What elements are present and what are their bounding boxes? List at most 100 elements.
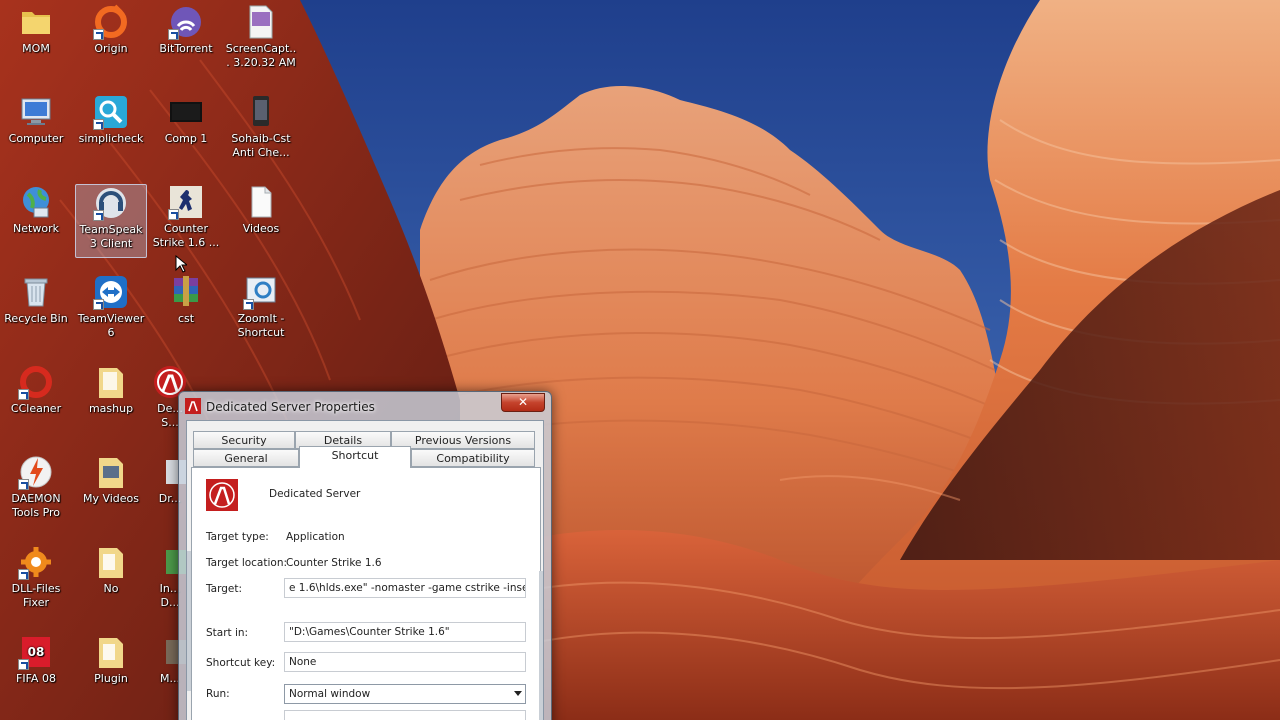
- desktop-icon-ccleaner[interactable]: CCleaner: [0, 364, 72, 416]
- tab-shortcut[interactable]: Shortcut: [299, 446, 411, 468]
- desktop-icon-recycle-bin[interactable]: Recycle Bin: [0, 274, 72, 326]
- desktop-icon-label: cst: [177, 312, 195, 325]
- desktop-icon-label: CCleaner: [10, 402, 62, 415]
- shortcut-key-label: Shortcut key:: [206, 657, 276, 669]
- tab-security[interactable]: Security: [193, 431, 295, 449]
- desktop-icon-dll-files-fixer[interactable]: DLL-Files Fixer: [0, 544, 72, 610]
- desktop-icon-label: BitTorrent: [159, 42, 213, 55]
- desktop-icon-mashup[interactable]: mashup: [75, 364, 147, 416]
- desktop-icon-screencapture[interactable]: ScreenCapt... 3.20.32 AM: [225, 4, 297, 70]
- tab-general[interactable]: General: [193, 449, 299, 467]
- desktop-icon-counter-strike[interactable]: Counter Strike 1.6 ...: [150, 184, 222, 250]
- desktop-icon-teamspeak[interactable]: TeamSpeak 3 Client: [75, 184, 147, 258]
- desktop-icon-label: Network: [13, 222, 59, 235]
- desktop-icon-label: Origin: [94, 42, 128, 55]
- desktop-icon-label: Recycle Bin: [4, 312, 68, 325]
- close-button[interactable]: ✕: [501, 393, 545, 412]
- desktop-icon-label: TeamSpeak 3 Client: [79, 223, 143, 250]
- run-label: Run:: [206, 688, 230, 700]
- recycle-bin-icon: [18, 274, 54, 310]
- start-in-input[interactable]: "D:\Games\Counter Strike 1.6": [284, 622, 526, 642]
- computer-icon: [18, 94, 54, 130]
- desktop-icon-plugin[interactable]: Plugin: [75, 634, 147, 686]
- divider: [204, 518, 526, 519]
- desktop-icon-my-videos[interactable]: My Videos: [75, 454, 147, 506]
- shortcut-key-input[interactable]: None: [284, 652, 526, 672]
- dialog-title: Dedicated Server Properties: [206, 400, 375, 414]
- desktop-icon-label: Counter Strike 1.6 ...: [152, 222, 220, 249]
- target-label: Target:: [206, 583, 243, 595]
- counter-strike-icon: [168, 184, 204, 220]
- desktop-icon-cst[interactable]: cst: [150, 274, 222, 326]
- shortcut-tab-panel: Dedicated Server Target type: Applicatio…: [191, 467, 541, 720]
- start-in-label: Start in:: [206, 627, 249, 639]
- teamspeak-icon: [93, 185, 129, 221]
- image-file-icon: [243, 4, 279, 40]
- desktop-icon-label: Plugin: [94, 672, 128, 685]
- shortcut-name-field[interactable]: Dedicated Server: [264, 484, 526, 504]
- desktop-icon-bittorrent[interactable]: BitTorrent: [150, 4, 222, 56]
- half-life-icon: [206, 479, 238, 511]
- desktop-icon-label: DLL-Files Fixer: [11, 582, 61, 609]
- desktop-icon-computer[interactable]: Computer: [0, 94, 72, 146]
- target-type-label: Target type:: [206, 531, 269, 543]
- winrar-archive-icon: [168, 274, 204, 310]
- desktop-icon-label: simplicheck: [78, 132, 144, 145]
- desktop-icon-network[interactable]: Network: [0, 184, 72, 236]
- desktop-icon-no[interactable]: No: [75, 544, 147, 596]
- scrollbar[interactable]: [539, 571, 543, 720]
- tab-previous-versions[interactable]: Previous Versions: [391, 431, 535, 449]
- divider: [204, 610, 526, 611]
- desktop-icon-label: TeamViewer 6: [77, 312, 145, 339]
- desktop-icon-sohaib-cst[interactable]: Sohaib-Cst Anti Che...: [225, 94, 297, 160]
- folder-icon: [93, 454, 129, 490]
- desktop-icon-label: My Videos: [82, 492, 140, 505]
- bittorrent-icon: [168, 4, 204, 40]
- desktop-icon-videos[interactable]: Videos: [225, 184, 297, 236]
- folder-icon: [93, 634, 129, 670]
- tab-compatibility[interactable]: Compatibility: [411, 449, 535, 467]
- fifa-icon: 08: [18, 634, 54, 670]
- desktop-icon-fifa-08[interactable]: 08 FIFA 08: [0, 634, 72, 686]
- desktop-icon-label: mashup: [88, 402, 134, 415]
- desktop-icon-label: Sohaib-Cst Anti Che...: [231, 132, 291, 159]
- desktop-icon-daemon-tools[interactable]: DAEMON Tools Pro: [0, 454, 72, 520]
- properties-dialog: Dedicated Server Properties ✕ Security D…: [178, 391, 552, 720]
- mouse-cursor-icon: [175, 255, 187, 273]
- dll-fixer-icon: [18, 544, 54, 580]
- run-select[interactable]: Normal window: [284, 684, 526, 704]
- network-globe-icon: [18, 184, 54, 220]
- folder-icon: [18, 4, 54, 40]
- desktop-icon-origin[interactable]: Origin: [75, 4, 147, 56]
- desktop-icon-label: ZoomIt - Shortcut: [237, 312, 285, 339]
- teamviewer-icon: [93, 274, 129, 310]
- svg-text:08: 08: [28, 645, 45, 659]
- video-clip-icon: [168, 94, 204, 130]
- comment-input[interactable]: [284, 710, 526, 720]
- desktop-icon-comp-1[interactable]: Comp 1: [150, 94, 222, 146]
- document-icon: [243, 184, 279, 220]
- dialog-client-area: Security Details Previous Versions Gener…: [186, 420, 544, 720]
- phone-app-icon: [243, 94, 279, 130]
- desktop-icon-label: Computer: [8, 132, 64, 145]
- desktop-icon-simplicheck[interactable]: simplicheck: [75, 94, 147, 146]
- scrollbar[interactable]: [187, 551, 191, 691]
- desktop-icon-zoomit[interactable]: ZoomIt - Shortcut: [225, 274, 297, 340]
- desktop-icon-label: Comp 1: [164, 132, 208, 145]
- desktop-icon-teamviewer[interactable]: TeamViewer 6: [75, 274, 147, 340]
- desktop-icon-label: ScreenCapt... 3.20.32 AM: [225, 42, 297, 69]
- desktop-icon-label: Videos: [242, 222, 280, 235]
- dialog-titlebar[interactable]: Dedicated Server Properties ✕: [179, 392, 551, 420]
- desktop-icon-mom[interactable]: MOM: [0, 4, 72, 56]
- ccleaner-icon: [18, 364, 54, 400]
- magnifier-app-icon: [93, 94, 129, 130]
- target-location-label: Target location:: [206, 557, 288, 569]
- zoomit-icon: [243, 274, 279, 310]
- chevron-down-icon: [514, 691, 522, 696]
- folder-icon: [93, 544, 129, 580]
- half-life-icon: [185, 398, 201, 414]
- target-input[interactable]: e 1.6\hlds.exe" -nomaster -game cstrike …: [284, 578, 526, 598]
- origin-icon: [93, 4, 129, 40]
- daemon-tools-icon: [18, 454, 54, 490]
- target-type-value: Application: [286, 531, 345, 543]
